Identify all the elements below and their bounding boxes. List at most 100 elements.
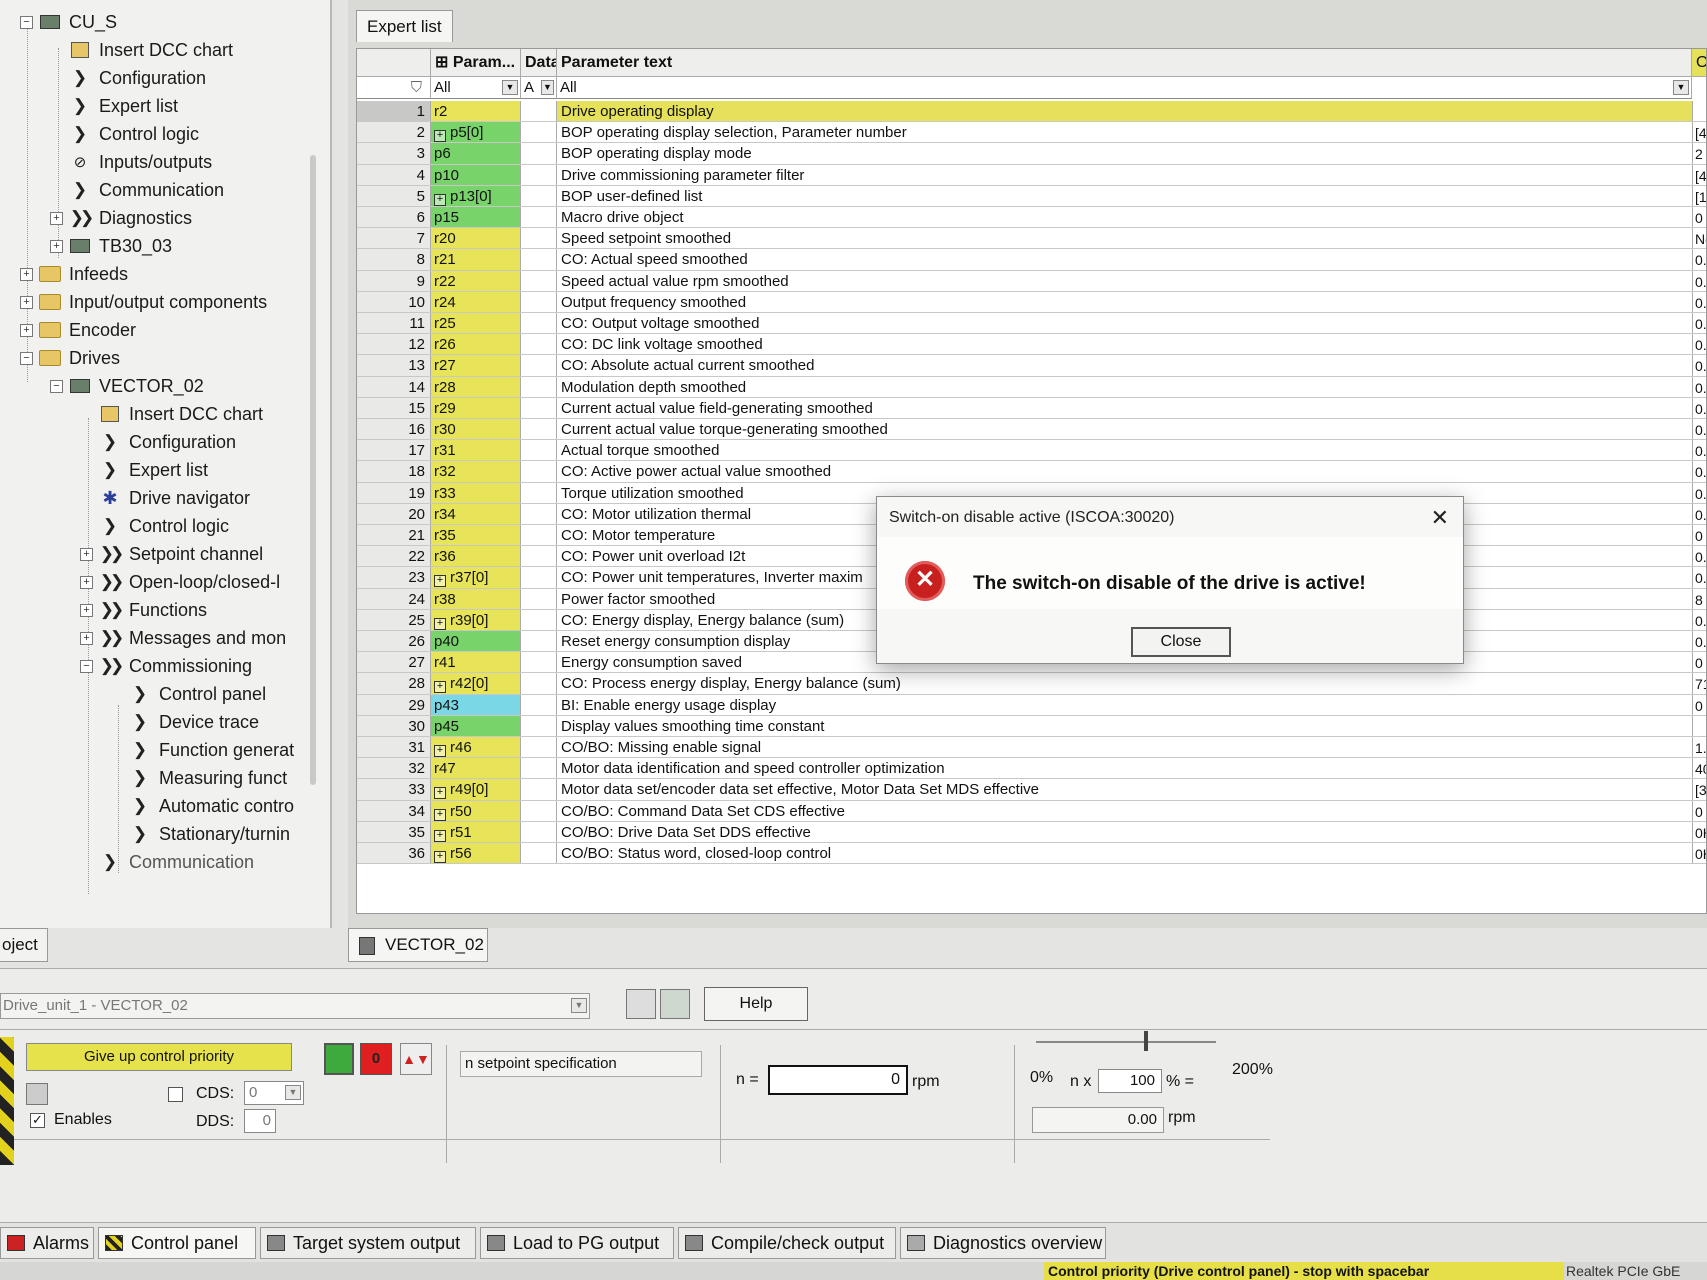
table-row[interactable]: 13 r27 CO: Absolute actual current smoothe… <box>357 355 1706 377</box>
parameter-number[interactable]: r41 <box>431 652 521 673</box>
column-header-data[interactable]: Data <box>521 49 557 77</box>
tree-item[interactable]: ❯ Communication <box>80 848 254 876</box>
expand-icon[interactable]: + <box>80 603 93 617</box>
expand-icon[interactable]: + <box>434 829 446 842</box>
parameter-value[interactable]: 0.0 <box>1692 419 1706 440</box>
parameter-number[interactable]: + r39[0] <box>431 609 521 630</box>
close-button[interactable]: Close <box>1131 627 1231 657</box>
table-row[interactable]: 3 p6 BOP operating display mode 2 <box>357 143 1706 165</box>
panel-settings-icon[interactable] <box>660 989 690 1019</box>
tree-item[interactable]: ❯ Control logic <box>50 120 199 148</box>
parameter-number[interactable]: r33 <box>431 482 521 503</box>
table-row[interactable]: 30 p45 Display values smoothing time const… <box>357 715 1706 737</box>
tree-item[interactable]: ❯ Configuration <box>50 64 206 92</box>
parameter-number[interactable]: r38 <box>431 588 521 609</box>
parameter-value[interactable]: 0.0 <box>1692 397 1706 418</box>
table-row[interactable]: 14r28 Modulation depth smoothed 0.0 <box>357 376 1706 398</box>
tree-item[interactable]: − ❯❯ Commissioning <box>80 652 252 680</box>
parameter-value[interactable]: 4002 <box>1692 758 1706 779</box>
parameter-number[interactable]: r30 <box>431 419 521 440</box>
tab-load-to-pg-output[interactable]: Load to PG output <box>480 1227 674 1259</box>
tree-item[interactable]: ❯ Function generat <box>110 736 294 764</box>
parameter-value[interactable]: 0H <box>1692 821 1706 842</box>
table-row[interactable]: 29 p43 BI: Enable energy usage display 0 <box>357 694 1706 716</box>
table-row[interactable]: 5+p13[0] BOP user-defined list [1] <box>357 185 1706 207</box>
column-header-param[interactable]: ⊞ Param... <box>431 49 521 77</box>
parameter-value[interactable]: 0 <box>1692 525 1706 546</box>
parameter-value[interactable]: 0 <box>1692 800 1706 821</box>
parameter-number[interactable]: r31 <box>431 440 521 461</box>
expand-icon[interactable]: + <box>434 193 446 206</box>
parameter-value[interactable]: 0.0 <box>1692 503 1706 524</box>
tree-scrollbar[interactable] <box>310 155 316 785</box>
parameter-number[interactable]: + r50 <box>431 800 521 821</box>
parameter-number[interactable]: r36 <box>431 546 521 567</box>
chevron-down-icon[interactable]: ▼ <box>541 80 554 95</box>
parameter-value[interactable]: 8 <box>1692 588 1706 609</box>
table-row[interactable]: 17r31 Actual torque smoothed 0.0 <box>357 440 1706 462</box>
parameter-number[interactable]: r26 <box>431 334 521 355</box>
parameter-number[interactable]: r34 <box>431 503 521 524</box>
tree-item[interactable]: + Infeeds <box>20 260 128 288</box>
table-row[interactable]: 36 + r56 CO/BO: Status word, closed-loop co… <box>357 843 1706 865</box>
parameter-value[interactable]: 1.00 <box>1692 737 1706 758</box>
parameter-number[interactable]: + r49[0] <box>431 779 521 800</box>
parameter-number[interactable]: + p13[0] <box>431 185 521 206</box>
override-slider-track[interactable] <box>1036 1041 1216 1043</box>
parameter-value[interactable]: 0.0 <box>1692 567 1706 588</box>
panel-toolbar-icon[interactable] <box>626 989 656 1019</box>
tree-item[interactable]: ❯ Expert list <box>50 92 178 120</box>
tree-item[interactable]: Insert DCC chart <box>50 36 233 64</box>
column-header-value[interactable]: Or <box>1692 49 1706 77</box>
table-row[interactable]: 6 p15 Macro drive object 0 <box>357 207 1706 229</box>
parameter-value[interactable]: [4 <box>1692 122 1706 143</box>
override-factor-input[interactable]: 100 <box>1098 1069 1162 1093</box>
parameter-number[interactable]: + r56 <box>431 843 521 864</box>
expand-icon[interactable]: + <box>434 851 446 863</box>
tab-alarms[interactable]: Alarms <box>0 1227 94 1259</box>
expand-icon[interactable]: + <box>434 745 446 757</box>
filter-param[interactable]: All ▼ <box>431 77 521 99</box>
direction-reverse-button[interactable]: ▲▼ <box>400 1043 432 1075</box>
tab-vector-02[interactable]: VECTOR_02 <box>348 928 488 962</box>
table-row[interactable]: 34 + r50 CO/BO: Command Data Set CDS effect… <box>357 800 1706 822</box>
tree-item[interactable]: ❯ Device trace <box>110 708 259 736</box>
parameter-value[interactable]: 0.00 <box>1692 609 1706 630</box>
tree-item[interactable]: ❯ Automatic contro <box>110 792 294 820</box>
tree-item[interactable]: + Input/output components <box>20 288 267 316</box>
expand-icon[interactable]: + <box>80 631 93 645</box>
expand-icon[interactable]: + <box>434 130 446 143</box>
tree-item[interactable]: + ❯❯ Setpoint channel <box>80 540 263 568</box>
tree-item[interactable]: + ❯❯ Messages and mon <box>80 624 286 652</box>
table-row[interactable]: 32 r47 Motor data identification and speed… <box>357 758 1706 780</box>
drive-select[interactable]: Drive_unit_1 - VECTOR_02 ▼ <box>0 993 590 1019</box>
table-row[interactable]: 35 + r51 CO/BO: Drive Data Set DDS effectiv… <box>357 821 1706 843</box>
parameter-value[interactable]: 0H <box>1692 843 1706 864</box>
table-row[interactable]: 8r21 CO: Actual speed smoothed 0.0 <box>357 249 1706 271</box>
expand-icon[interactable]: + <box>50 211 63 225</box>
parameter-value[interactable]: 0.0 <box>1692 249 1706 270</box>
tree-item[interactable]: ❯ Expert list <box>80 456 208 484</box>
table-row[interactable]: 28 + r42[0] CO: Process energy display, Ene… <box>357 673 1706 695</box>
expand-icon[interactable]: + <box>20 295 33 309</box>
table-row[interactable]: 4 p10 Drive commissioning parameter filter… <box>357 164 1706 186</box>
tree-item[interactable]: + ❯❯ Open-loop/closed-l <box>80 568 280 596</box>
tree-item[interactable]: ✱ Drive navigator <box>80 484 250 512</box>
tree-item[interactable]: − Drives <box>20 344 120 372</box>
table-row[interactable]: 2 + p5[0] BOP operating display selection, … <box>357 122 1706 144</box>
parameter-number[interactable]: + r51 <box>431 821 521 842</box>
expand-icon[interactable]: + <box>50 239 63 253</box>
parameter-number[interactable]: r28 <box>431 376 521 397</box>
tree-item[interactable]: ❯ Control logic <box>80 512 229 540</box>
parameter-value[interactable] <box>1692 715 1706 736</box>
parameter-number[interactable]: p40 <box>431 631 521 652</box>
collapse-icon[interactable]: − <box>20 351 33 365</box>
parameter-number[interactable]: p6 <box>431 143 521 164</box>
expand-icon[interactable]: + <box>20 323 33 337</box>
speed-setpoint-input[interactable]: 0 <box>768 1065 908 1095</box>
parameter-number[interactable]: + p5[0] <box>431 122 521 143</box>
setpoint-mode[interactable]: n setpoint specification <box>460 1051 702 1077</box>
parameter-number[interactable]: r2 <box>431 101 521 122</box>
parameter-number[interactable]: + r42[0] <box>431 673 521 694</box>
table-row[interactable]: 1 r2 Drive operating display <box>357 101 1706 123</box>
